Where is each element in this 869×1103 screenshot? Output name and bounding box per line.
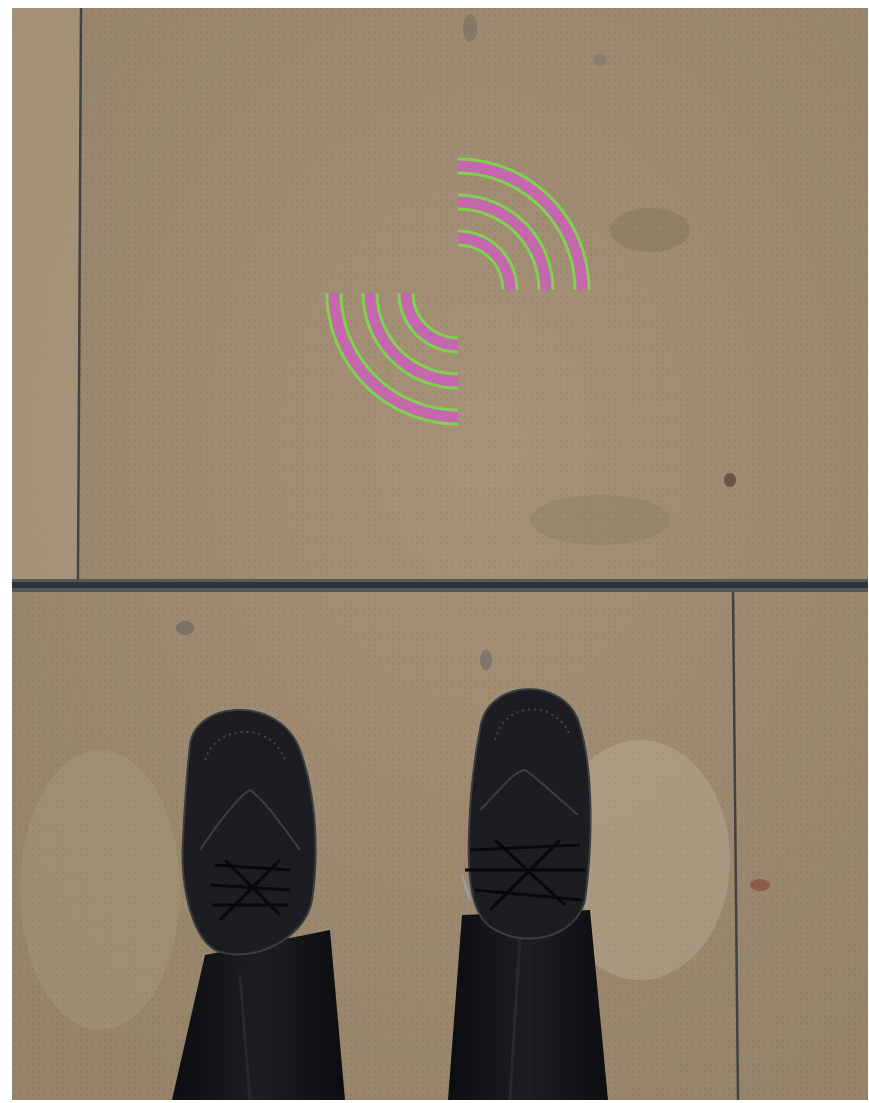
floor: [12, 7, 868, 1101]
photo-scene: [0, 0, 869, 1103]
floor-photo: [0, 0, 869, 1103]
left-shoe: [181, 709, 317, 956]
right-shoe: [461, 688, 592, 940]
